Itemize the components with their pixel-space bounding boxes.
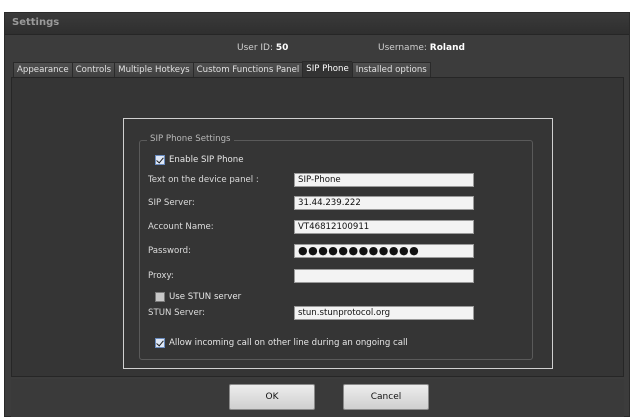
password-label: Password: — [148, 246, 192, 256]
tab-sip-phone[interactable]: SIP Phone — [302, 61, 352, 78]
enable-sip-label: Enable SIP Phone — [169, 155, 244, 165]
tab-appearance[interactable]: Appearance — [13, 62, 72, 78]
device-text-label: Text on the device panel : — [148, 175, 259, 185]
dialog-footer: OK Cancel — [11, 379, 624, 417]
sip-server-label: SIP Server: — [148, 198, 195, 208]
tab-custom-functions-panel[interactable]: Custom Functions Panel — [192, 62, 303, 78]
account-name-row: Account Name: VT46812100911 — [12, 220, 623, 234]
device-text-input[interactable]: SIP-Phone — [294, 173, 474, 187]
tab-controls[interactable]: Controls — [71, 62, 115, 78]
sip-server-input[interactable]: 31.44.239.222 — [294, 196, 474, 210]
allow-incoming-checkbox[interactable] — [155, 338, 165, 348]
cancel-button[interactable]: Cancel — [343, 384, 429, 410]
username-info: Username: Roland — [378, 43, 465, 53]
username-value: Roland — [429, 43, 465, 53]
tab-multiple-hotkeys[interactable]: Multiple Hotkeys — [114, 62, 193, 78]
account-name-input[interactable]: VT46812100911 — [294, 220, 474, 234]
password-input[interactable]: ●●●●●●●●●●●● — [294, 244, 474, 258]
proxy-row: Proxy: — [12, 269, 623, 283]
group-title: SIP Phone Settings — [147, 134, 234, 144]
title-bar[interactable]: Settings — [5, 13, 629, 35]
proxy-label: Proxy: — [148, 271, 174, 281]
use-stun-checkbox-row[interactable]: Use STUN server — [155, 291, 241, 303]
allow-incoming-checkbox-row[interactable]: Allow incoming call on other line during… — [155, 337, 408, 349]
enable-sip-checkbox[interactable] — [155, 155, 165, 165]
password-row: Password: ●●●●●●●●●●●● — [12, 244, 623, 258]
stun-server-row: STUN Server: stun.stunprotocol.org — [12, 306, 623, 320]
proxy-input[interactable] — [294, 269, 474, 283]
tab-installed-options[interactable]: Installed options — [351, 62, 431, 78]
window-title: Settings — [12, 17, 60, 28]
account-name-label: Account Name: — [148, 222, 214, 232]
use-stun-label: Use STUN server — [169, 292, 242, 302]
user-id-label: User ID: — [237, 43, 273, 53]
user-id-info: User ID: 50 — [237, 43, 288, 53]
user-id-value: 50 — [275, 43, 289, 53]
sip-phone-tab-content: SIP Phone Settings Enable SIP Phone Text… — [11, 77, 624, 377]
ok-button[interactable]: OK — [229, 384, 315, 410]
settings-tabs: Appearance Controls Multiple Hotkeys Cus… — [13, 61, 431, 78]
username-label: Username: — [378, 43, 427, 53]
use-stun-checkbox[interactable] — [155, 292, 165, 302]
stun-server-input[interactable]: stun.stunprotocol.org — [294, 306, 474, 320]
device-text-row: Text on the device panel : SIP-Phone — [12, 173, 623, 187]
settings-window: Settings User ID: 50 Username: Roland Ap… — [4, 12, 630, 417]
sip-server-row: SIP Server: 31.44.239.222 — [12, 196, 623, 210]
enable-sip-checkbox-row[interactable]: Enable SIP Phone — [155, 154, 244, 166]
stun-server-label: STUN Server: — [148, 308, 206, 318]
allow-incoming-label: Allow incoming call on other line during… — [169, 338, 408, 348]
